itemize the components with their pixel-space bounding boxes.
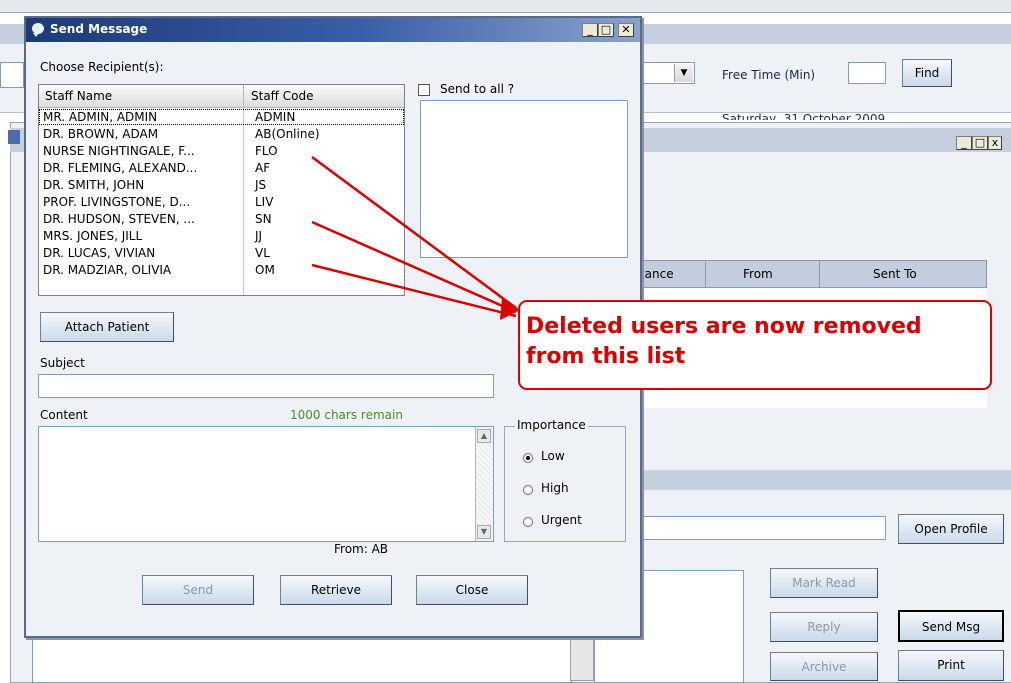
annotation-text-line1: Deleted users are now removed — [526, 314, 922, 339]
annotation-arrow-2 — [311, 220, 517, 314]
annotation-callout: Deleted users are now removed from this … — [518, 300, 992, 390]
annotation-arrow-head — [500, 298, 520, 320]
annotation-arrow-1 — [311, 155, 517, 310]
annotation-text-line2: from this list — [526, 344, 686, 369]
annotation-arrow-3 — [311, 263, 517, 318]
